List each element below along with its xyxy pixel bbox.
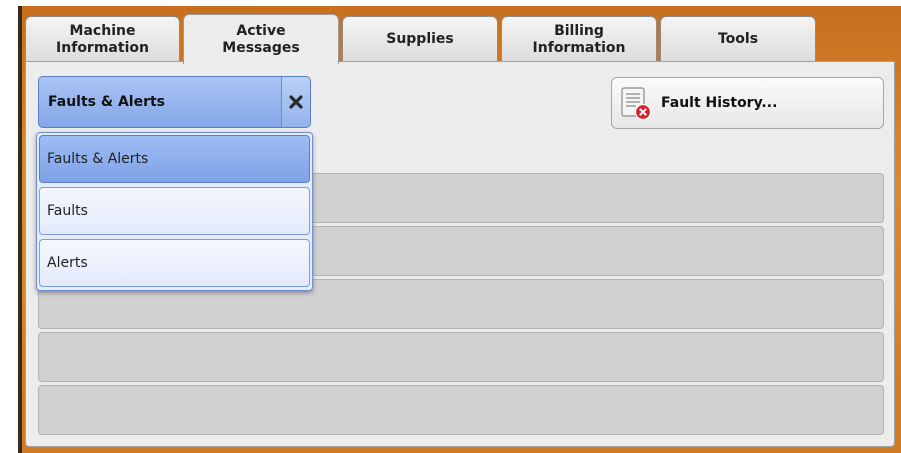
tab-label: Tools xyxy=(717,31,759,47)
filter-selected-value: Faults & Alerts xyxy=(48,94,165,110)
filter-option-faults-and-alerts[interactable]: Faults & Alerts xyxy=(39,135,310,183)
tab-label: Active Messages xyxy=(222,22,300,56)
fault-history-icon xyxy=(620,86,654,122)
tab-billing-information[interactable]: Billing Information xyxy=(501,16,657,62)
message-filter-select[interactable]: Faults & Alerts xyxy=(38,76,311,128)
tab-machine-information[interactable]: Machine Information xyxy=(25,16,180,62)
close-icon[interactable] xyxy=(281,77,310,127)
tab-label: Billing Information xyxy=(532,22,626,56)
filter-option-faults[interactable]: Faults xyxy=(39,187,310,235)
message-row[interactable] xyxy=(38,332,884,382)
tab-tools[interactable]: Tools xyxy=(660,16,816,62)
tab-active-messages[interactable]: Active Messages xyxy=(183,14,339,64)
frame-edge xyxy=(18,6,22,453)
fault-history-label: Fault History... xyxy=(661,95,778,111)
filter-dropdown-menu: Faults & Alerts Faults Alerts xyxy=(36,132,313,291)
tab-supplies[interactable]: Supplies xyxy=(342,16,498,62)
tab-label: Machine Information xyxy=(56,22,149,56)
fault-history-button[interactable]: Fault History... xyxy=(611,77,884,129)
filter-option-alerts[interactable]: Alerts xyxy=(39,239,310,287)
tab-label: Supplies xyxy=(386,31,454,47)
message-row[interactable] xyxy=(38,385,884,435)
